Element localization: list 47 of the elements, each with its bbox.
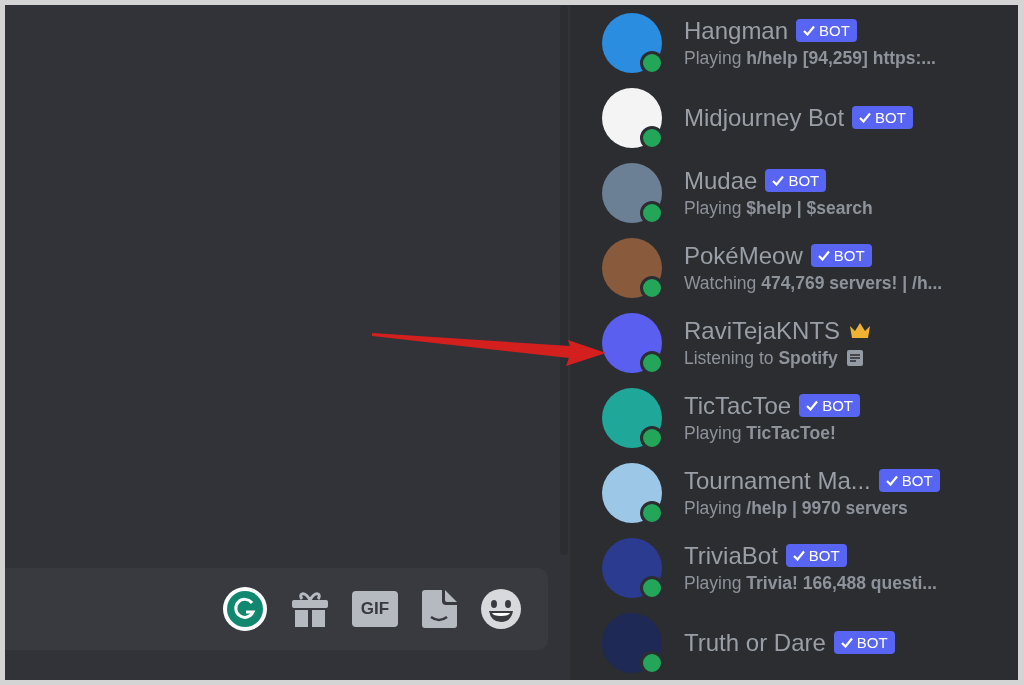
member-name: PokéMeow (684, 241, 803, 270)
sticker-icon[interactable] (420, 589, 458, 629)
member-name: Hangman (684, 16, 789, 45)
member-activity: Playing TicTacToe! (684, 422, 836, 444)
grammar-assistant-icon[interactable] (222, 586, 268, 632)
member-activity: Listening to Spotify (684, 347, 838, 369)
member-name: Midjourney Bot (684, 103, 845, 132)
member-activity: Playing h/help [94,259] https:... (684, 47, 936, 69)
bot-tag-label: BOT (875, 109, 906, 126)
member-activity: Playing Trivia! 166,488 questi... (684, 572, 937, 594)
check-icon (772, 175, 785, 186)
member-activity: Watching 474,769 servers! | /h... (684, 272, 943, 294)
member-row[interactable]: TicTacToe BOT Playing TicTacToe! (602, 380, 1018, 455)
member-row[interactable]: Tournament Ma... BOT Playing /help | 9970 servers (602, 455, 1018, 530)
member-row[interactable]: TriviaBot BOT Playing Trivia! 166,488 questi... (602, 530, 1018, 605)
member-name: Mudae (684, 166, 758, 195)
check-icon (803, 25, 816, 36)
member-name: Tournament Ma... (684, 466, 871, 495)
gift-icon[interactable] (290, 590, 330, 628)
check-icon (806, 400, 819, 411)
bot-tag-label: BOT (788, 172, 820, 189)
check-icon (885, 475, 898, 486)
member-row[interactable]: RaviTejaKNTS Listening to Spotify (602, 305, 1018, 380)
bot-tag-label: BOT (808, 547, 840, 564)
check-icon (859, 112, 872, 123)
bot-tag-label: BOT (833, 247, 865, 264)
member-name: TicTacToe (684, 391, 792, 420)
member-activity: Playing /help | 9970 servers (684, 497, 908, 519)
member-activity: Playing $help | $search (684, 197, 873, 219)
scrollbar[interactable] (560, 5, 568, 555)
emoji-icon[interactable] (480, 588, 522, 630)
check-icon (840, 637, 853, 648)
bot-tag-label: BOT (819, 22, 850, 39)
member-name: TriviaBot (684, 541, 778, 570)
bot-tag-label: BOT (822, 397, 853, 414)
member-row[interactable]: Mudae BOT Playing $help | $search (602, 155, 1018, 230)
bot-tag-label: BOT (856, 634, 888, 651)
member-row[interactable]: Truth or Dare BOT (602, 605, 1018, 680)
member-row[interactable]: Midjourney Bot BOT (602, 80, 1018, 155)
gif-button[interactable]: GIF (352, 591, 398, 627)
member-name: RaviTejaKNTS (684, 316, 841, 345)
bot-tag-label: BOT (901, 472, 933, 489)
member-name: Truth or Dare (684, 628, 826, 657)
member-row[interactable]: PokéMeow BOT Watching 474,769 servers! | /h... (602, 230, 1018, 305)
check-icon (792, 550, 805, 561)
check-icon (817, 250, 830, 261)
member-row[interactable]: Hangman BOT Playing h/help [94,259] https:... (602, 5, 1018, 80)
